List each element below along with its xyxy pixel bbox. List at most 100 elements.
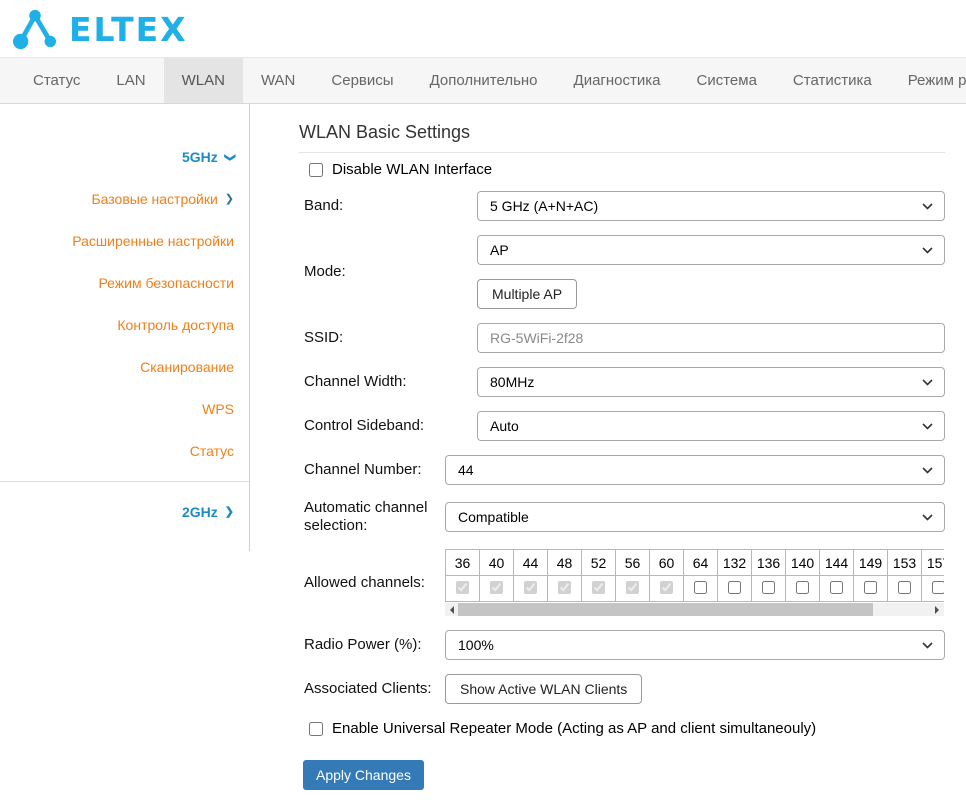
channel-number-cell: 153: [888, 550, 922, 576]
channel-width-row: Channel Width: 80MHz: [299, 367, 945, 397]
sidebar-item-label: WPS: [202, 401, 234, 417]
header: ELTEX: [0, 0, 966, 57]
channel-144-checkbox[interactable]: [830, 581, 843, 594]
channel-140-checkbox[interactable]: [796, 581, 809, 594]
sidebar-item-label: Статус: [190, 443, 234, 459]
chevron-down-icon: [922, 467, 933, 474]
control-sideband-label: Control Sideband:: [299, 417, 477, 435]
tab-lan[interactable]: LAN: [98, 58, 163, 103]
radio-power-select-value: 100%: [458, 637, 494, 653]
channel-153-checkbox[interactable]: [898, 581, 911, 594]
channel-136-checkbox[interactable]: [762, 581, 775, 594]
mode-row: Mode: AP Multiple AP: [299, 235, 945, 309]
radio-power-select[interactable]: 100%: [445, 630, 945, 660]
channel-44-checkbox: [524, 581, 537, 594]
channel-number-cell: 52: [582, 550, 616, 576]
sidebar-group-2ghz[interactable]: 2GHz ❯: [0, 491, 249, 533]
tab-wan[interactable]: WAN: [243, 58, 313, 103]
sidebar-item-basic-settings[interactable]: Базовые настройки ❯: [0, 178, 249, 220]
sidebar-group-5ghz-label: 5GHz: [182, 149, 218, 165]
ssid-input[interactable]: [477, 323, 945, 353]
channel-number-cell: 44: [514, 550, 548, 576]
channel-number-cell: 36: [446, 550, 480, 576]
sidebar-item-security-mode[interactable]: Режим безопасности: [0, 262, 249, 304]
multiple-ap-button[interactable]: Multiple AP: [477, 279, 577, 309]
sidebar-item-label: Контроль доступа: [117, 317, 234, 333]
tab-services[interactable]: Сервисы: [313, 58, 411, 103]
eltex-logo-mark-icon: [10, 7, 60, 51]
channel-157-checkbox[interactable]: [932, 581, 944, 594]
sidebar-item-scanning[interactable]: Сканирование: [0, 346, 249, 388]
channel-width-select[interactable]: 80MHz: [477, 367, 945, 397]
channel-number-cell: 132: [718, 550, 752, 576]
channel-number-cell: 136: [752, 550, 786, 576]
channel-number-select[interactable]: 44: [445, 455, 945, 485]
mode-label: Mode:: [299, 263, 477, 281]
tab-diagnostics[interactable]: Диагностика: [556, 58, 679, 103]
sidebar-item-label: Режим безопасности: [98, 275, 234, 291]
channel-52-checkbox: [592, 581, 605, 594]
channel-number-cell: 144: [820, 550, 854, 576]
allowed-channels-label: Allowed channels:: [299, 574, 445, 592]
chevron-down-icon: [922, 247, 933, 254]
chevron-down-icon: [922, 379, 933, 386]
sidebar-item-label: Базовые настройки: [91, 191, 217, 207]
chevron-down-icon: [922, 203, 933, 210]
channels-scrollbar[interactable]: [445, 603, 944, 616]
channel-width-select-value: 80MHz: [490, 374, 534, 390]
scroll-right-arrow[interactable]: [931, 603, 944, 616]
tab-status[interactable]: Статус: [15, 58, 98, 103]
sidebar-item-status[interactable]: Статус: [0, 430, 249, 472]
repeater-row: Enable Universal Repeater Mode (Acting a…: [299, 720, 945, 737]
eltex-logo: ELTEX: [10, 7, 188, 51]
channel-checkboxes-row: [446, 576, 945, 602]
channel-56-checkbox: [626, 581, 639, 594]
mode-select[interactable]: AP: [477, 235, 945, 265]
apply-changes-button[interactable]: Apply Changes: [303, 760, 424, 790]
chevron-down-icon: [922, 514, 933, 521]
channel-36-checkbox: [456, 581, 469, 594]
main-nav-tabs: Статус LAN WLAN WAN Сервисы Дополнительн…: [0, 57, 966, 104]
channel-number-label: Channel Number:: [299, 461, 445, 479]
band-select[interactable]: 5 GHz (A+N+AC): [477, 191, 945, 221]
tab-work-mode[interactable]: Режим работы: [890, 58, 966, 103]
show-active-clients-button[interactable]: Show Active WLAN Clients: [445, 674, 642, 704]
tab-statistics[interactable]: Статистика: [775, 58, 890, 103]
sidebar-item-label: Расширенные настройки: [72, 233, 234, 249]
associated-clients-row: Associated Clients: Show Active WLAN Cli…: [299, 674, 945, 704]
sidebar-item-access-control[interactable]: Контроль доступа: [0, 304, 249, 346]
auto-channel-select[interactable]: Compatible: [445, 502, 945, 532]
channel-number-cell: 40: [480, 550, 514, 576]
channel-132-checkbox[interactable]: [728, 581, 741, 594]
allowed-channels-row: Allowed channels: 36 40 44 48 52 56 60 6…: [299, 549, 945, 616]
page-title: WLAN Basic Settings: [299, 122, 945, 153]
sidebar-item-wps[interactable]: WPS: [0, 388, 249, 430]
chevron-down-icon: ❯: [224, 152, 235, 161]
channel-number-cell: 56: [616, 550, 650, 576]
sidebar-group-2ghz-label: 2GHz: [182, 504, 218, 520]
chevron-right-icon: ❯: [225, 507, 234, 518]
scroll-thumb[interactable]: [458, 603, 873, 616]
channel-40-checkbox: [490, 581, 503, 594]
disable-wlan-checkbox[interactable]: [309, 163, 323, 177]
channel-number-cell: 140: [786, 550, 820, 576]
control-sideband-select[interactable]: Auto: [477, 411, 945, 441]
channel-number-cell: 64: [684, 550, 718, 576]
sidebar-item-advanced-settings[interactable]: Расширенные настройки: [0, 220, 249, 262]
radio-power-row: Radio Power (%): 100%: [299, 630, 945, 660]
chevron-down-icon: [922, 642, 933, 649]
sidebar-group-5ghz[interactable]: 5GHz ❯: [0, 136, 249, 178]
channel-width-label: Channel Width:: [299, 373, 477, 391]
auto-channel-select-value: Compatible: [458, 509, 529, 525]
tab-advanced[interactable]: Дополнительно: [412, 58, 556, 103]
scroll-left-arrow[interactable]: [445, 603, 458, 616]
tab-wlan[interactable]: WLAN: [164, 58, 243, 103]
band-select-value: 5 GHz (A+N+AC): [490, 198, 598, 214]
channel-numbers-row: 36 40 44 48 52 56 60 64 132 136 140 144: [446, 550, 945, 576]
channel-149-checkbox[interactable]: [864, 581, 877, 594]
channel-48-checkbox: [558, 581, 571, 594]
channel-64-checkbox[interactable]: [694, 581, 707, 594]
repeater-checkbox[interactable]: [309, 722, 323, 736]
tab-system[interactable]: Система: [679, 58, 775, 103]
sidebar-item-label: Сканирование: [140, 359, 234, 375]
